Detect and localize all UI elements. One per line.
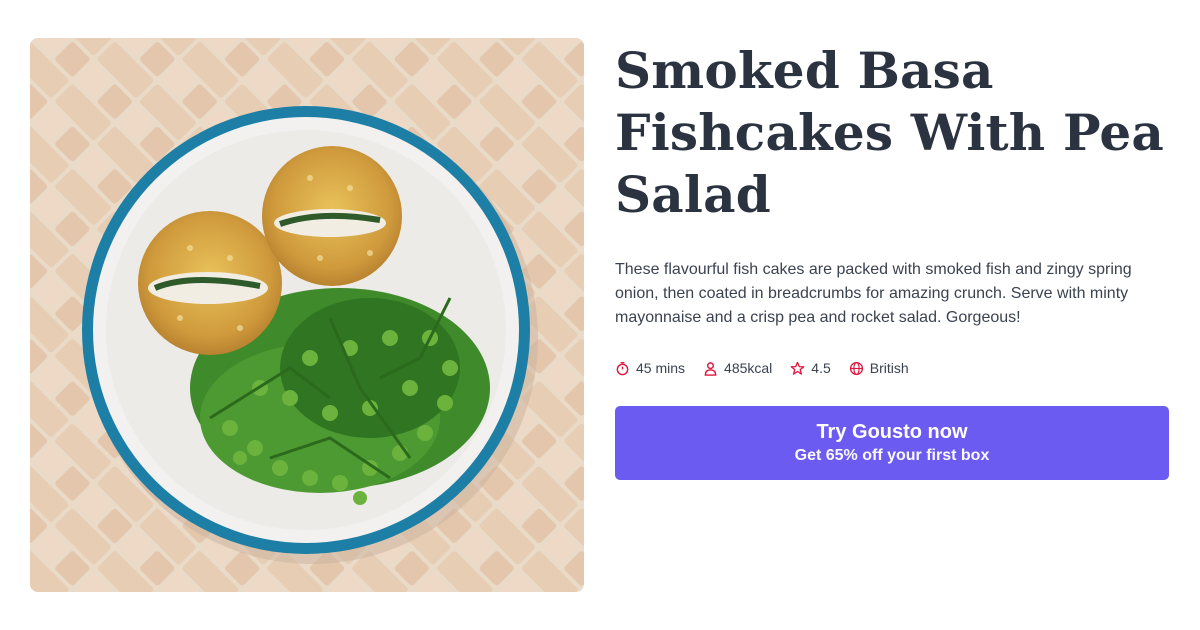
- meta-time: 45 mins: [615, 360, 685, 376]
- meta-rating: 4.5: [790, 360, 831, 376]
- recipe-title: Smoked Basa Fishcakes With Pea Salad: [615, 41, 1165, 224]
- recipe-description: These flavourful fish cakes are packed w…: [615, 261, 1132, 326]
- meta-calories-label: 485kcal: [724, 360, 773, 376]
- star-icon: [790, 361, 805, 376]
- meta-rating-label: 4.5: [811, 360, 831, 376]
- person-icon: [703, 361, 718, 376]
- meta-cuisine-label: British: [869, 360, 909, 376]
- try-gousto-button[interactable]: Try Gousto now Get 65% off your first bo…: [615, 406, 1169, 480]
- cta-title: Try Gousto now: [816, 421, 968, 443]
- recipe-details: Smoked Basa Fishcakes With Pea Salad The…: [615, 40, 1170, 480]
- recipe-meta: 45 mins 485kcal 4.5 British: [615, 360, 1170, 376]
- globe-icon: [849, 361, 864, 376]
- meta-time-label: 45 mins: [636, 360, 686, 376]
- meta-cuisine: British: [849, 360, 909, 376]
- meta-calories: 485kcal: [703, 360, 772, 376]
- cta-subtitle: Get 65% off your first box: [794, 447, 990, 464]
- stopwatch-icon: [615, 361, 630, 376]
- recipe-photo: [30, 38, 584, 592]
